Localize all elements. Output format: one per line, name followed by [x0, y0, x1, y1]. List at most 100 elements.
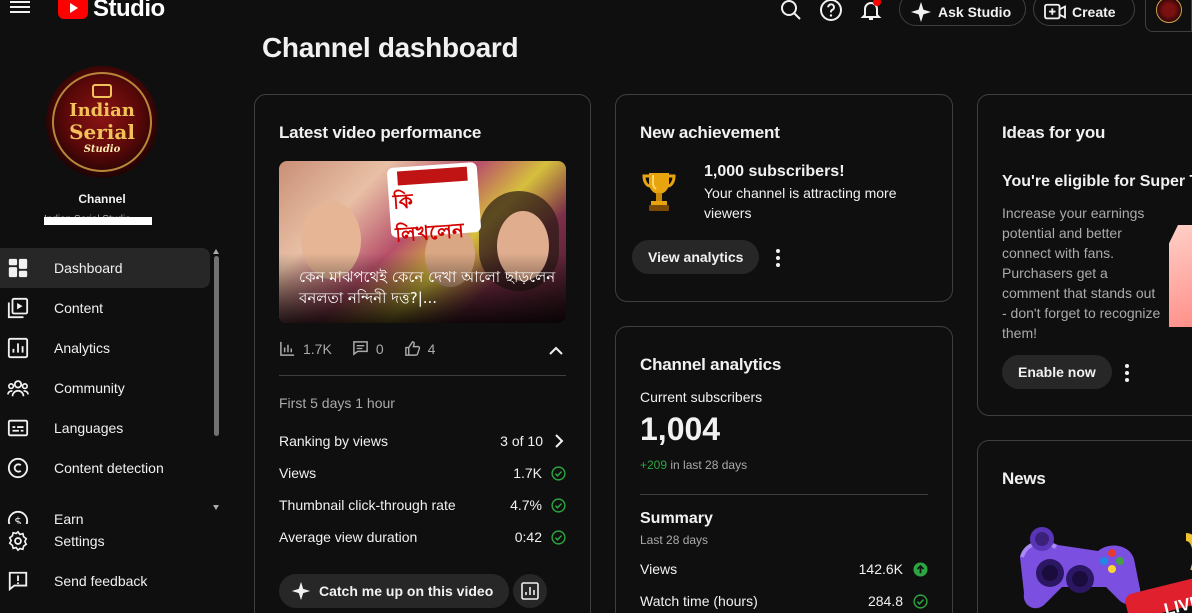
card-title: News — [1002, 469, 1046, 488]
sidebar-bottom-nav: Settings Send feedback — [0, 521, 210, 601]
metric-value: 1.7K — [513, 465, 542, 481]
divider — [279, 375, 566, 376]
more-options-icon[interactable] — [1125, 364, 1129, 382]
idea-body: Increase your earnings potential and bet… — [1002, 205, 1161, 341]
help-icon[interactable] — [819, 0, 843, 22]
create-button[interactable]: Create — [1033, 0, 1135, 26]
more-options-icon[interactable] — [776, 249, 780, 267]
chevron-up-icon[interactable] — [549, 343, 563, 355]
sparkle-icon — [291, 581, 311, 601]
achievement-description: Your channel is attracting more viewers — [704, 185, 897, 221]
thumbnail-caption-bubble: কি লিখলেন — [386, 161, 482, 247]
copyright-icon — [7, 457, 29, 479]
likes-count: 4 — [427, 340, 436, 357]
summary-label: Watch time (hours) — [640, 593, 758, 609]
avatar-text-line1: Indian — [69, 100, 135, 121]
sidebar-item-languages[interactable]: Languages — [0, 408, 210, 448]
card-title: Ideas for you — [1002, 123, 1106, 142]
card-title: Channel analytics — [640, 355, 782, 374]
video-title: কেন মাঝপথেই কেনে দেখা আলো ছাড়লেন বনলতা … — [299, 268, 556, 307]
studio-app: Studio Ask Studio Create Indian Serial S… — [0, 0, 1192, 613]
metric-label: Views — [279, 465, 317, 481]
channel-label: Channel — [78, 192, 126, 206]
video-analytics-button[interactable] — [513, 574, 547, 608]
sparkle-icon — [910, 1, 932, 23]
notifications-bell-icon[interactable] — [859, 0, 883, 22]
summary-value: 142.6K — [858, 561, 903, 577]
view-analytics-button[interactable]: View analytics — [632, 240, 760, 274]
sidebar-item-label: Dashboard — [54, 260, 123, 276]
sidebar-item-content[interactable]: Content — [0, 288, 210, 328]
sidebar-item-label: Settings — [54, 533, 105, 549]
sidebar-scrollbar-thumb[interactable] — [214, 256, 219, 436]
card-title: Latest video performance — [279, 123, 482, 142]
sidebar-item-label: Community — [54, 380, 125, 396]
metric-value: 0:42 — [514, 529, 542, 545]
sidebar-item-label: Content detection — [54, 460, 164, 476]
account-avatar[interactable] — [1145, 0, 1192, 32]
catch-me-up-label: Catch me up on this video — [319, 583, 494, 599]
catch-me-up-button[interactable]: Catch me up on this video — [279, 574, 510, 608]
studio-logo[interactable]: Studio — [58, 0, 165, 22]
like-icon — [404, 341, 420, 356]
metric-label: Thumbnail click-through rate — [279, 497, 456, 513]
latest-video-card: Latest video performance কি লিখলেন কেন ম… — [254, 94, 591, 613]
summary-row-views: Views 142.6K — [640, 561, 928, 577]
metric-row-ranking[interactable]: Ranking by views 3 of 10 — [279, 433, 566, 449]
youtube-play-icon — [58, 0, 88, 19]
summary-period: Last 28 days — [640, 533, 709, 547]
dashboard-icon — [7, 257, 29, 279]
metric-label: Average view duration — [279, 529, 418, 545]
views-bar-chart-icon — [280, 341, 295, 356]
search-icon[interactable] — [779, 0, 803, 22]
achievement-headline: 1,000 subscribers! — [704, 163, 845, 180]
comment-icon — [352, 341, 368, 356]
sidebar-item-send-feedback[interactable]: Send feedback — [0, 561, 210, 601]
metric-row-avd: Average view duration 0:42 — [279, 529, 566, 545]
summary-title: Summary — [640, 510, 713, 527]
summary-row-watch-time: Watch time (hours) 284.8 — [640, 593, 928, 609]
sidebar: Indian Serial Studio Channel Indian Seri… — [0, 36, 228, 613]
channel-name: Indian Serial Studio — [44, 214, 152, 226]
languages-icon — [7, 417, 29, 439]
news-illustration: LIVE — [1000, 517, 1192, 613]
metric-value: 3 of 10 — [500, 433, 543, 449]
top-bar: Studio Ask Studio Create — [0, 0, 1192, 36]
enable-now-button[interactable]: Enable now — [1002, 355, 1112, 389]
subscribers-delta: +209 in last 28 days — [640, 458, 748, 472]
summary-label: Views — [640, 561, 678, 577]
avatar-text-line3: Studio — [83, 144, 121, 155]
content-icon — [7, 297, 29, 319]
sidebar-item-earn[interactable]: $ Earn — [0, 488, 210, 524]
period-label: First 5 days 1 hour — [279, 395, 395, 411]
channel-analytics-card: Channel analytics Current subscribers 1,… — [615, 326, 953, 613]
video-thumbnail[interactable]: কি লিখলেন কেন মাঝপথেই কেনে দেখা আলো ছাড়… — [279, 161, 566, 323]
avatar-text-line2: Serial — [69, 120, 135, 144]
ask-studio-label: Ask Studio — [938, 4, 1012, 20]
gear-icon — [7, 530, 29, 552]
page-title: Channel dashboard — [262, 32, 519, 63]
channel-avatar[interactable]: Indian Serial Studio — [46, 66, 158, 178]
metric-row-views: Views 1.7K — [279, 465, 566, 481]
idea-headline: You're eligible for Super Th — [1002, 173, 1192, 190]
achievement-card: New achievement 1,000 subscribers! Your … — [615, 94, 953, 302]
sidebar-item-community[interactable]: Community — [0, 368, 210, 408]
analytics-icon — [7, 337, 29, 359]
menu-icon[interactable] — [10, 0, 32, 18]
card-title: New achievement — [640, 123, 780, 142]
sidebar-item-label: Languages — [54, 420, 124, 436]
scroll-down-arrow[interactable] — [213, 505, 219, 510]
summary-value: 284.8 — [867, 593, 903, 609]
app-name: Studio — [93, 0, 165, 22]
scroll-up-arrow[interactable] — [213, 249, 219, 254]
comments-count: 0 — [375, 340, 384, 357]
sidebar-item-settings[interactable]: Settings — [0, 521, 210, 561]
news-card: News LIVE — [977, 440, 1192, 613]
sidebar-item-analytics[interactable]: Analytics — [0, 328, 210, 368]
sidebar-item-content-detection[interactable]: Content detection — [0, 448, 210, 488]
ask-studio-button[interactable]: Ask Studio — [899, 0, 1027, 26]
create-label: Create — [1072, 4, 1116, 20]
sidebar-item-dashboard[interactable]: Dashboard — [0, 248, 210, 288]
check-circle-icon — [551, 465, 566, 481]
create-video-icon — [1044, 3, 1066, 20]
